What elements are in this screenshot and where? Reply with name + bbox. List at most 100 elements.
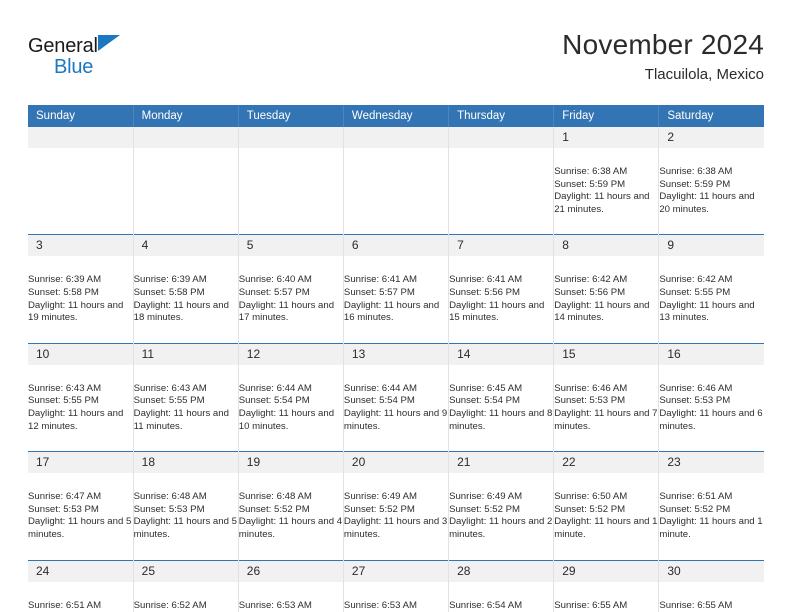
day-cell[interactable]: 23 Sunrise: 6:51 AM Sunset: 5:52 PM Dayligh…: [658, 451, 764, 560]
day-details: Sunrise: 6:39 AM Sunset: 5:58 PM Daylight:…: [28, 258, 133, 340]
day-details: Sunrise: 6:49 AM Sunset: 5:52 PM Daylight:…: [449, 475, 553, 557]
day-cell[interactable]: 1 Sunrise: 6:38 AM Sunset: 5:59 PM Daylight…: [553, 127, 660, 235]
day-cell[interactable]: 9 Sunrise: 6:42 AM Sunset: 5:55 PM Daylight…: [658, 234, 764, 344]
day-cell[interactable]: [28, 127, 134, 235]
sunset-text: Sunset: 5:56 PM: [554, 286, 626, 298]
day-number: 10: [28, 343, 133, 365]
sunrise-text: Sunrise: 6:41 AM: [449, 274, 523, 286]
sunrise-text: Sunrise: 6:48 AM: [238, 491, 312, 503]
sunrise-text: Sunrise: 6:43 AM: [28, 382, 102, 394]
day-cell[interactable]: 13 Sunrise: 6:44 AM Sunset: 5:54 PM Dayligh…: [343, 342, 450, 452]
day-cell[interactable]: 16 Sunrise: 6:46 AM Sunset: 5:53 PM Dayligh…: [658, 342, 764, 452]
day-details: Sunrise: 6:51 AMSunset: 5:52 PMDaylight:…: [28, 584, 133, 612]
sunset-text: Sunset: 5:53 PM: [28, 503, 99, 515]
sunrise-text: Sunrise: 6:38 AM: [659, 166, 733, 177]
day-number: 29: [554, 560, 659, 582]
day-number: 11: [133, 343, 238, 365]
day-number: [343, 127, 449, 148]
day-details: Sunrise: 6:55 AMSunset: 5:52 PMDaylight:…: [554, 584, 658, 612]
sunset-text: Sunset: 5:52 PM: [449, 503, 520, 515]
sunrise-text: Sunrise: 6:49 AM: [343, 491, 417, 503]
day-cell[interactable]: 15 Sunrise: 6:46 AM Sunset: 5:53 PM Dayligh…: [553, 342, 660, 452]
day-cell[interactable]: [238, 127, 344, 235]
day-cell[interactable]: 27Sunrise: 6:53 AMSunset: 5:52 PMDayligh…: [343, 559, 450, 612]
day-cell[interactable]: 8 Sunrise: 6:42 AM Sunset: 5:56 PM Daylight…: [553, 234, 660, 344]
day-cell[interactable]: 30Sunrise: 6:55 AMSunset: 5:52 PMDayligh…: [658, 559, 764, 612]
day-cell[interactable]: 28Sunrise: 6:54 AMSunset: 5:52 PMDayligh…: [448, 559, 555, 612]
day-cell[interactable]: 20 Sunrise: 6:49 AM Sunset: 5:52 PM Dayligh…: [343, 451, 450, 560]
calendar-page: General Blue November 2024 Tlacuilola, M…: [0, 0, 792, 612]
day-cell[interactable]: 2 Sunrise: 6:38 AM Sunset: 5:59 PM Daylight…: [658, 127, 764, 235]
day-cell[interactable]: [343, 127, 450, 235]
day-number: 2: [659, 127, 764, 148]
logo-triangle-icon: [98, 35, 120, 51]
daylight-text: Daylight: 11 hours and 3 minutes.: [343, 516, 448, 540]
day-number: 26: [238, 560, 343, 582]
generalblue-logo[interactable]: General Blue: [28, 26, 140, 77]
day-number: 5: [238, 235, 343, 257]
sunrise-text: Sunrise: 6:39 AM: [28, 274, 102, 286]
day-number: [133, 127, 238, 148]
daylight-text: Daylight: 11 hours and 5 minutes.: [28, 516, 132, 540]
day-number: 1: [554, 127, 659, 148]
sunrise-text: Sunrise: 6:55 AM: [554, 599, 628, 611]
day-details: Sunrise: 6:53 AMSunset: 5:52 PMDaylight:…: [239, 584, 343, 612]
day-details: Sunrise: 6:51 AMSunset: 5:52 PMDaylight:…: [659, 475, 764, 557]
day-cell[interactable]: 18 Sunrise: 6:48 AM Sunset: 5:53 PM Dayligh…: [133, 451, 239, 560]
day-cell[interactable]: 19 Sunrise: 6:48 AM Sunset: 5:52 PM Dayligh…: [238, 451, 344, 560]
day-details: Sunrise: 6:46 AM Sunset: 5:53 PM Daylight:…: [659, 367, 764, 449]
day-cell[interactable]: 29Sunrise: 6:55 AMSunset: 5:52 PMDayligh…: [553, 559, 660, 612]
day-number: 25: [133, 560, 238, 582]
page-title: November 2024: [562, 29, 764, 60]
daylight-text: Daylight: 11 hours and 8 minutes.: [449, 407, 553, 432]
sunset-text: Sunset: 5:55 PM: [659, 286, 731, 298]
sunrise-text: Sunrise: 6:51 AM: [28, 599, 102, 611]
day-cell[interactable]: 25Sunrise: 6:52 AMSunset: 5:52 PMDayligh…: [133, 559, 239, 612]
day-details: [134, 150, 142, 182]
day-details: [344, 150, 352, 182]
day-number: [238, 127, 343, 148]
day-cell[interactable]: 11 Sunrise: 6:43 AM Sunset: 5:55 PM Dayligh…: [133, 342, 239, 452]
daylight-text: Daylight: 11 hours and 1 minute.: [554, 516, 658, 540]
day-details: Sunrise: 6:54 AMSunset: 5:52 PMDaylight:…: [449, 584, 553, 612]
sunset-text: Sunset: 5:58 PM: [28, 286, 99, 298]
sunrise-text: Sunrise: 6:55 AM: [659, 599, 733, 611]
daylight-text: Daylight: 11 hours and 5 minutes.: [133, 516, 237, 540]
calendar-week-row: 1 Sunrise: 6:38 AM Sunset: 5:59 PM Daylight…: [28, 127, 764, 235]
day-number: 15: [554, 343, 659, 365]
day-cell[interactable]: 6 Sunrise: 6:41 AM Sunset: 5:57 PM Daylight…: [343, 234, 450, 344]
day-cell[interactable]: 5 Sunrise: 6:40 AM Sunset: 5:57 PM Daylight…: [238, 234, 344, 344]
sunrise-text: Sunrise: 6:44 AM: [343, 382, 417, 394]
day-cell[interactable]: 7 Sunrise: 6:41 AM Sunset: 5:56 PM Daylight…: [448, 234, 555, 344]
day-cell[interactable]: 10 Sunrise: 6:43 AM Sunset: 5:55 PM Dayligh…: [28, 342, 134, 452]
day-cell[interactable]: 21 Sunrise: 6:49 AM Sunset: 5:52 PM Dayligh…: [448, 451, 555, 560]
sunset-text: Sunset: 5:52 PM: [554, 503, 626, 515]
day-number: 18: [133, 452, 238, 474]
day-cell[interactable]: [133, 127, 239, 235]
day-cell[interactable]: 3 Sunrise: 6:39 AM Sunset: 5:58 PM Daylight…: [28, 234, 134, 344]
sunrise-text: Sunrise: 6:42 AM: [554, 274, 628, 286]
day-details: [28, 150, 36, 182]
day-cell[interactable]: 26Sunrise: 6:53 AMSunset: 5:52 PMDayligh…: [238, 559, 344, 612]
daylight-text: Daylight: 11 hours and 18 minutes.: [133, 299, 229, 324]
sunrise-text: Sunrise: 6:42 AM: [659, 274, 733, 286]
day-cell[interactable]: 4 Sunrise: 6:39 AM Sunset: 5:58 PM Daylight…: [133, 234, 239, 344]
sunrise-text: Sunrise: 6:50 AM: [554, 491, 628, 503]
day-number: 21: [449, 452, 554, 474]
weekday-header-monday: Monday: [133, 105, 239, 127]
day-cell[interactable]: 17 Sunrise: 6:47 AM Sunset: 5:53 PM Dayligh…: [28, 451, 134, 560]
day-cell[interactable]: 12 Sunrise: 6:44 AM Sunset: 5:54 PM Dayligh…: [238, 342, 344, 452]
sunset-text: Sunset: 5:52 PM: [659, 503, 731, 515]
calendar-week-row: 10 Sunrise: 6:43 AM Sunset: 5:55 PM Dayligh…: [28, 342, 764, 452]
day-cell[interactable]: 22 Sunrise: 6:50 AM Sunset: 5:52 PM Dayligh…: [553, 451, 660, 560]
day-cell[interactable]: [448, 127, 555, 235]
weekday-header-sunday: Sunday: [28, 105, 134, 127]
day-number: 13: [343, 343, 449, 365]
day-cell[interactable]: 14 Sunrise: 6:45 AM Sunset: 5:54 PM Dayligh…: [448, 342, 555, 452]
day-cell[interactable]: 24Sunrise: 6:51 AMSunset: 5:52 PMDayligh…: [28, 559, 134, 612]
sunset-text: Sunset: 5:54 PM: [343, 395, 415, 407]
sunset-text: Sunset: 5:52 PM: [238, 503, 310, 515]
daylight-text: Daylight: 11 hours and 20 minutes.: [659, 191, 755, 215]
day-details: Sunrise: 6:45 AM Sunset: 5:54 PM Daylight:…: [449, 367, 553, 449]
sunrise-text: Sunrise: 6:39 AM: [133, 274, 207, 286]
